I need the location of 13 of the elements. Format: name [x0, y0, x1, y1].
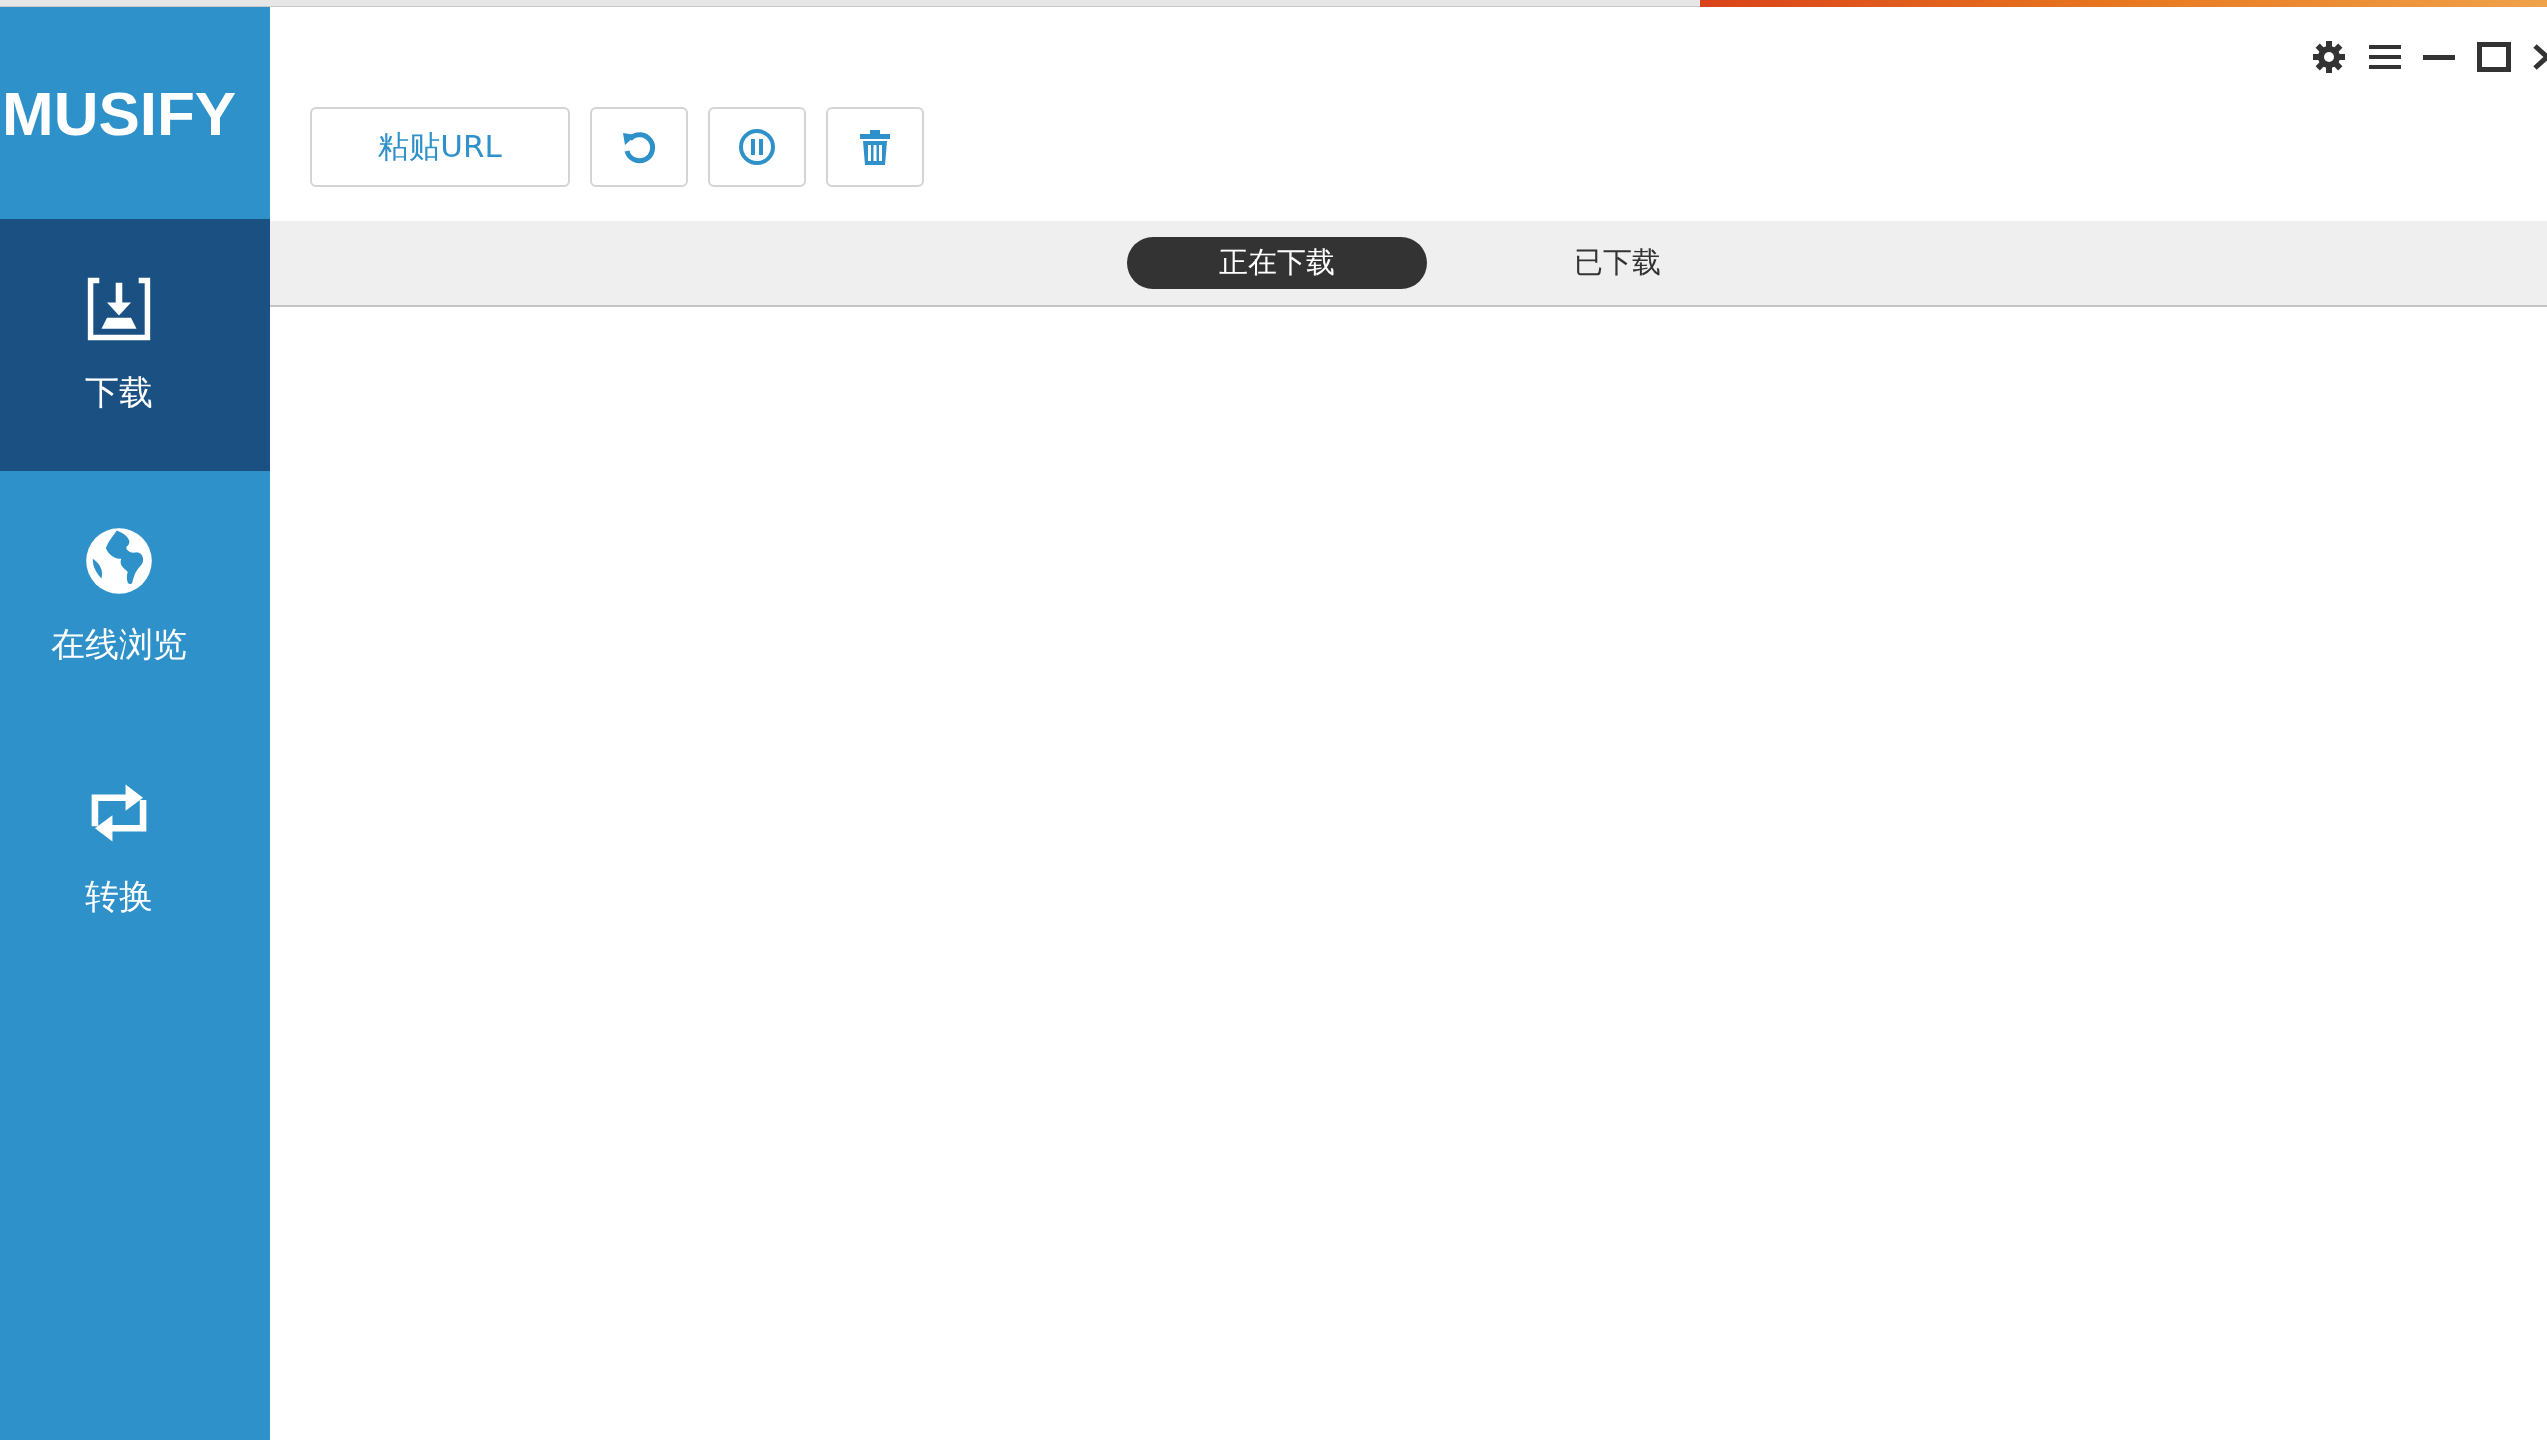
sidebar-item[interactable]: 下载 — [0, 219, 270, 471]
pause-button[interactable] — [708, 107, 806, 187]
pause-icon — [737, 127, 777, 167]
maximize-icon — [2477, 42, 2511, 72]
minimize-icon — [2423, 53, 2455, 61]
globe-icon — [84, 526, 154, 596]
refresh-button[interactable] — [590, 107, 688, 187]
delete-button[interactable] — [826, 107, 924, 187]
menu-icon — [2369, 43, 2401, 71]
tab[interactable]: 正在下载 — [1127, 237, 1427, 289]
app-logo: MUSIFY — [1, 77, 238, 150]
tab[interactable]: 已下载 — [1467, 237, 1767, 289]
settings-icon — [2311, 39, 2347, 75]
